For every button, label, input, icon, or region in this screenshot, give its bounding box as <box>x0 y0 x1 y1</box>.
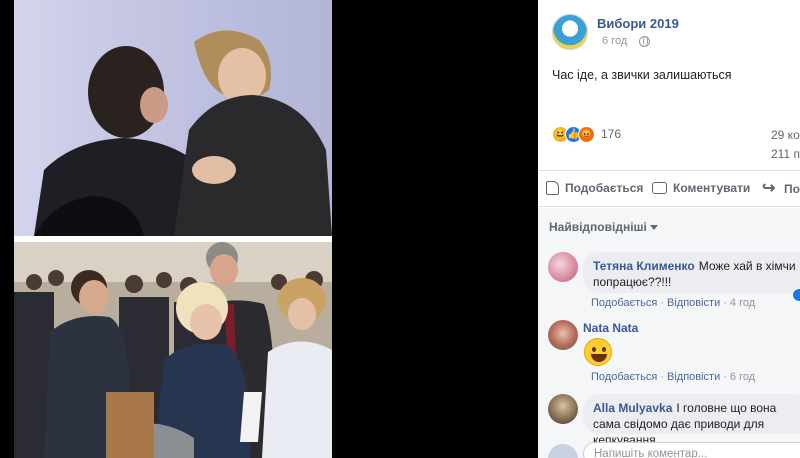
separator-dot: · <box>660 297 664 309</box>
post-photo-bottom[interactable] <box>14 242 332 458</box>
reactions-summary[interactable]: 😆 👍 😡 176 <box>552 125 621 143</box>
commenter-avatar[interactable] <box>548 394 578 424</box>
comment-bubble: Alla Mulyavka І головне що вона сама свід… <box>583 394 800 447</box>
current-user-avatar <box>548 444 578 458</box>
separator-dot: · <box>723 371 727 383</box>
commenter-avatar[interactable] <box>548 320 578 350</box>
comment-time[interactable]: 4 год <box>730 297 755 309</box>
post-text: Час іде, а звички залишаються <box>552 68 732 82</box>
comment-input[interactable]: Напишіть коментар... <box>583 442 800 458</box>
comment-sort-dropdown[interactable]: Найвідповідніші <box>549 220 658 234</box>
post-photo-top[interactable] <box>14 0 332 236</box>
comment-sort-bar: Найвідповідніші <box>538 208 800 246</box>
comment-like-badge-icon[interactable] <box>792 288 800 302</box>
post-side-panel: Вибори 2019 6 год Час іде, а звички зали… <box>538 0 800 458</box>
comment-time[interactable]: 6 год <box>730 371 755 383</box>
share-button[interactable]: ↪ По <box>762 181 800 197</box>
angry-reaction-icon: 😡 <box>578 125 595 143</box>
share-icon: ↪ <box>762 180 776 197</box>
chevron-down-icon <box>649 225 658 231</box>
share-button-label: По <box>784 182 800 196</box>
photo-top-illustration <box>14 0 332 236</box>
comment-meta: Подобається · Відповісти · 6 год <box>591 371 755 383</box>
page-avatar[interactable] <box>552 14 588 50</box>
like-button-label: Подобається <box>565 181 644 195</box>
commenter-avatar[interactable] <box>548 252 578 282</box>
grinning-face-icon <box>584 338 612 366</box>
comment-reply-link[interactable]: Відповісти <box>667 371 720 383</box>
separator-dot: · <box>723 297 727 309</box>
shares-count-link[interactable]: 211 п <box>771 147 800 161</box>
reaction-count: 176 <box>601 127 622 141</box>
comment-sort-label: Найвідповідніші <box>549 220 647 234</box>
globe-icon <box>639 36 650 47</box>
divider <box>538 170 800 171</box>
comment-author-link[interactable]: Тетяна Клименко <box>593 259 695 273</box>
thumbs-up-icon <box>546 181 559 195</box>
separator-dot: · <box>660 371 664 383</box>
comments-count-link[interactable]: 29 ко <box>771 128 800 142</box>
comment-meta: Подобається · Відповісти · 4 год <box>591 297 755 309</box>
comment-author-link[interactable]: Nata Nata <box>583 321 638 335</box>
comment-like-link[interactable]: Подобається <box>591 297 657 309</box>
post-photo-area[interactable] <box>0 0 538 458</box>
photo-bottom-illustration <box>14 242 332 458</box>
comment-reply-link[interactable]: Відповісти <box>667 297 720 309</box>
comment-like-link[interactable]: Подобається <box>591 371 657 383</box>
divider <box>538 206 800 207</box>
comment-icon <box>652 182 667 194</box>
comment-author-link[interactable]: Alla Mulyavka <box>593 401 672 415</box>
comments-list: Тетяна Клименко Може хай в хімчи попрацює… <box>538 246 800 458</box>
post-timestamp[interactable]: 6 год <box>602 35 627 47</box>
like-button[interactable]: Подобається <box>546 181 643 195</box>
comment-button-label: Коментувати <box>673 181 751 195</box>
page-name-link[interactable]: Вибори 2019 <box>597 16 679 31</box>
comment-button[interactable]: Коментувати <box>652 181 750 195</box>
comment-bubble: Тетяна Клименко Може хай в хімчи попрацює… <box>583 252 800 293</box>
